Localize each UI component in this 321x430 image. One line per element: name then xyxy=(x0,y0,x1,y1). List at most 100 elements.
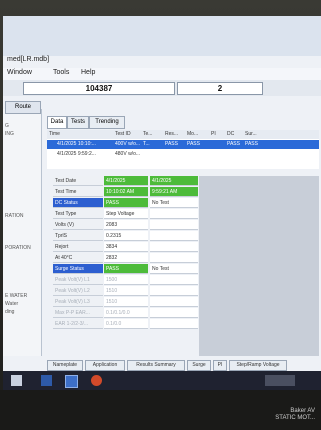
left-item-4[interactable]: PORATION xyxy=(5,245,31,251)
col-res[interactable]: Res... xyxy=(165,131,178,137)
detail-row: At 40°C 2832 xyxy=(53,253,253,263)
detail-value-2[interactable]: No Test xyxy=(150,198,198,208)
detail-label: Test Date xyxy=(53,176,103,186)
serial-field[interactable]: 104387 xyxy=(23,82,175,95)
tab-step-ramp[interactable]: Step/Ramp Voltage xyxy=(229,360,287,371)
left-item-1[interactable]: G xyxy=(5,123,9,129)
col-pi[interactable]: PI xyxy=(211,131,216,137)
tab-tests[interactable]: Tests xyxy=(67,116,89,129)
left-item-2[interactable]: ING xyxy=(5,131,14,137)
detail-row: EAR 1-2/2-3/... 0.1/0.0 xyxy=(53,319,253,329)
detail-label: Peak Volt(V) L2 xyxy=(53,286,103,296)
cell-mo: PASS xyxy=(187,141,200,147)
tab-data[interactable]: Data xyxy=(47,116,67,129)
detail-value-1[interactable]: 0.1/0.1/0.0 xyxy=(104,308,148,318)
tab-nameplate[interactable]: Nameplate xyxy=(47,360,83,371)
detail-row: Surge Status PASS No Test xyxy=(53,264,253,274)
file-explorer-icon[interactable] xyxy=(41,375,52,386)
tab-trending[interactable]: Trending xyxy=(89,116,125,129)
col-test-id[interactable]: Test ID xyxy=(115,131,131,137)
detail-label: Surge Status xyxy=(53,264,103,274)
detail-label: DC Status xyxy=(53,198,103,208)
detail-value-2[interactable]: 4/1/2025 xyxy=(150,176,198,186)
col-time[interactable]: Time xyxy=(49,131,60,137)
count-field[interactable]: 2 xyxy=(177,82,263,95)
col-dc[interactable]: DC xyxy=(227,131,234,137)
detail-value-2[interactable] xyxy=(150,209,198,219)
detail-value-1[interactable]: 1510 xyxy=(104,286,148,296)
detail-value-2[interactable] xyxy=(150,308,198,318)
col-sur[interactable]: Sur... xyxy=(245,131,257,137)
menu-window[interactable]: Window xyxy=(7,69,32,76)
detail-value-2[interactable]: 9:59:21 AM xyxy=(150,187,198,197)
cell-sur: PASS xyxy=(245,141,258,147)
route-tab[interactable]: Route xyxy=(5,101,41,114)
left-panel: Route G ING RATION PORATION E WATER Wate… xyxy=(3,101,42,356)
title-bar xyxy=(3,16,321,56)
detail-row: Volts (V) 2083 xyxy=(53,220,253,230)
cell-te: T... xyxy=(143,141,150,147)
detail-value-1[interactable]: Step Voltage xyxy=(104,209,148,219)
cell-test-id: 400V w/o... xyxy=(115,141,141,147)
detail-row: Rejort 3834 xyxy=(53,242,253,252)
system-tray-icon[interactable] xyxy=(265,375,295,386)
app-screen: med[LR.mdb] Window Tools Help 104387 2 R… xyxy=(3,16,321,390)
detail-row: TprlS 0.2315 xyxy=(53,231,253,241)
menu-bar: Window Tools Help xyxy=(3,68,321,80)
detail-row: Peak Volt(V) L1 1500 xyxy=(53,275,253,285)
detail-value-2[interactable] xyxy=(150,231,198,241)
brand-line-1: Baker AV xyxy=(290,408,315,414)
detail-row: DC Status PASS No Test xyxy=(53,198,253,208)
detail-label: Peak Volt(V) L1 xyxy=(53,275,103,285)
detail-row: Peak Volt(V) L2 1510 xyxy=(53,286,253,296)
brand-line-2: STATIC MOT... xyxy=(275,415,315,421)
detail-value-2[interactable]: No Test xyxy=(150,264,198,274)
detail-label: EAR 1-2/2-3/... xyxy=(53,319,103,329)
detail-value-2[interactable] xyxy=(150,275,198,285)
detail-value-1[interactable]: PASS xyxy=(104,198,148,208)
detail-label: Peak Volt(V) L3 xyxy=(53,297,103,307)
detail-value-1[interactable]: 0.1/0.0 xyxy=(104,319,148,329)
detail-value-2[interactable] xyxy=(150,220,198,230)
detail-value-1[interactable]: 10:10:02 AM xyxy=(104,187,148,197)
left-item-3[interactable]: RATION xyxy=(5,213,24,219)
tab-pi[interactable]: PI xyxy=(213,360,227,371)
table-row[interactable]: 4/1/2025 10:10:... 400V w/o... T... PASS… xyxy=(47,140,319,149)
detail-value-1[interactable]: 2083 xyxy=(104,220,148,230)
detail-value-1[interactable]: 2832 xyxy=(104,253,148,263)
detail-value-1[interactable]: 3834 xyxy=(104,242,148,252)
left-item-7[interactable]: ding xyxy=(5,309,14,315)
detail-value-2[interactable] xyxy=(150,297,198,307)
windows-icon[interactable] xyxy=(11,375,22,386)
col-te[interactable]: Te... xyxy=(143,131,152,137)
detail-value-2[interactable] xyxy=(150,319,198,329)
tab-results-summary[interactable]: Results Summary xyxy=(127,360,185,371)
toolbar: 104387 2 xyxy=(3,80,321,96)
table-row[interactable]: 4/1/2025 9:59:2... 480V w/o... xyxy=(47,150,319,159)
detail-row: Test Time 10:10:02 AM 9:59:21 AM xyxy=(53,187,253,197)
left-item-5[interactable]: E WATER xyxy=(5,293,27,299)
menu-tools[interactable]: Tools xyxy=(53,69,69,76)
left-item-6[interactable]: Water xyxy=(5,301,18,307)
detail-label: Max P-P EAR... xyxy=(53,308,103,318)
app-icon[interactable] xyxy=(65,375,78,388)
detail-value-2[interactable] xyxy=(150,242,198,252)
detail-value-2[interactable] xyxy=(150,253,198,263)
cell-test-id: 480V w/o... xyxy=(115,151,141,157)
detail-row: Test Date 4/1/2025 4/1/2025 xyxy=(53,176,253,186)
browser-icon[interactable] xyxy=(91,375,102,386)
cell-dc: PASS xyxy=(227,141,240,147)
detail-value-1[interactable]: PASS xyxy=(104,264,148,274)
tab-application[interactable]: Application xyxy=(85,360,125,371)
cell-time: 4/1/2025 9:59:2... xyxy=(57,151,96,157)
col-mo[interactable]: Mo... xyxy=(187,131,198,137)
detail-value-2[interactable] xyxy=(150,286,198,296)
detail-value-1[interactable]: 4/1/2025 xyxy=(104,176,148,186)
tab-surge[interactable]: Surge xyxy=(187,360,211,371)
detail-value-1[interactable]: 0.2315 xyxy=(104,231,148,241)
detail-label: Volts (V) xyxy=(53,220,103,230)
detail-value-1[interactable]: 1510 xyxy=(104,297,148,307)
menu-help[interactable]: Help xyxy=(81,69,95,76)
detail-value-1[interactable]: 1500 xyxy=(104,275,148,285)
monitor-stand xyxy=(0,390,321,430)
